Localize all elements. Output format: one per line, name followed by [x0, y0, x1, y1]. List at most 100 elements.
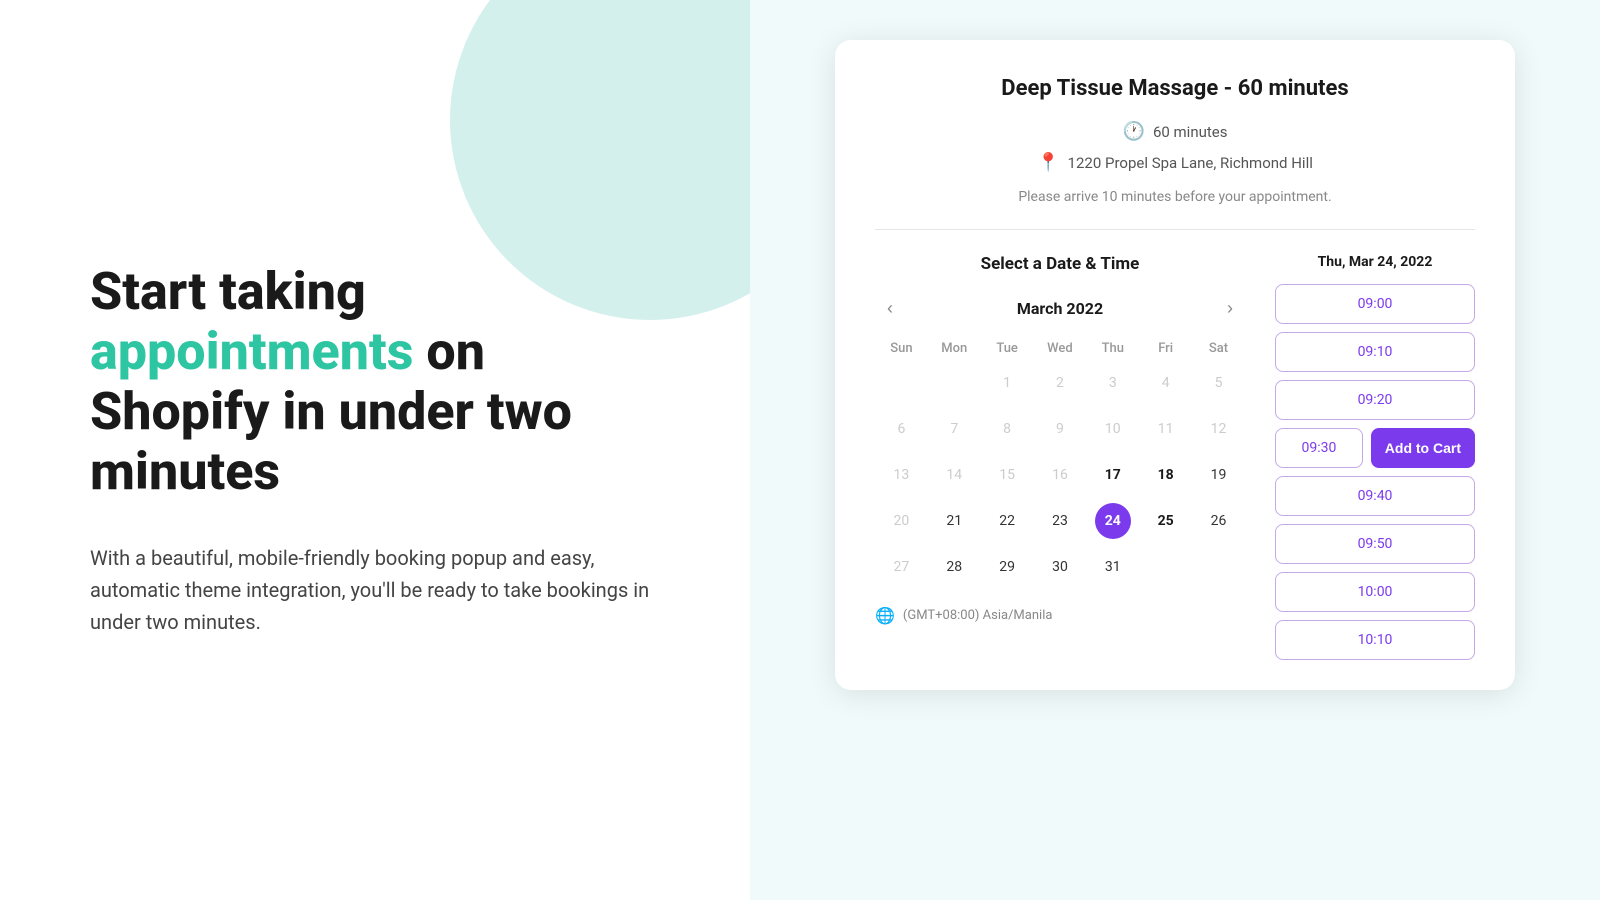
- day-17[interactable]: 17: [1095, 457, 1131, 493]
- prev-month-button[interactable]: ‹: [879, 294, 901, 323]
- calendar-cell[interactable]: 1: [981, 360, 1034, 406]
- timezone-row: 🌐 (GMT+08:00) Asia/Manila: [875, 606, 1245, 625]
- day-header-wed: Wed: [1034, 337, 1087, 360]
- booking-card: Deep Tissue Massage - 60 minutes 🕐 60 mi…: [835, 40, 1515, 690]
- day-1: 1: [989, 365, 1025, 401]
- calendar-cell[interactable]: 22: [981, 498, 1034, 544]
- day-12: 12: [1201, 411, 1237, 447]
- calendar-cell[interactable]: 7: [928, 406, 981, 452]
- calendar-cell: [1139, 544, 1192, 590]
- calendar-cell[interactable]: 14: [928, 452, 981, 498]
- day-16: 16: [1042, 457, 1078, 493]
- hero-title-accent: appointments: [90, 321, 413, 382]
- calendar-cell[interactable]: 29: [981, 544, 1034, 590]
- day-header-fri: Fri: [1139, 337, 1192, 360]
- day-header-thu: Thu: [1086, 337, 1139, 360]
- calendar-cell[interactable]: 3: [1086, 360, 1139, 406]
- day-19[interactable]: 19: [1201, 457, 1237, 493]
- day-header-sun: Sun: [875, 337, 928, 360]
- day-28[interactable]: 28: [936, 549, 972, 585]
- calendar-cell[interactable]: 4: [1139, 360, 1192, 406]
- calendar-cell[interactable]: 31: [1086, 544, 1139, 590]
- time-slot-0940[interactable]: 09:40: [1275, 476, 1475, 516]
- prev-arrow-icon: ‹: [887, 298, 893, 319]
- day-9: 9: [1042, 411, 1078, 447]
- day-11: 11: [1148, 411, 1184, 447]
- day-24[interactable]: 24: [1095, 503, 1131, 539]
- day-header-tue: Tue: [981, 337, 1034, 360]
- time-slot-1010[interactable]: 10:10: [1275, 620, 1475, 660]
- next-month-button[interactable]: ›: [1219, 294, 1241, 323]
- day-25[interactable]: 25: [1148, 503, 1184, 539]
- calendar-cell[interactable]: 5: [1192, 360, 1245, 406]
- calendar-cell[interactable]: 30: [1034, 544, 1087, 590]
- calendar-cell[interactable]: 27: [875, 544, 928, 590]
- timezone-text: (GMT+08:00) Asia/Manila: [903, 608, 1053, 623]
- calendar-cell[interactable]: 9: [1034, 406, 1087, 452]
- day-13: 13: [883, 457, 919, 493]
- day-21[interactable]: 21: [936, 503, 972, 539]
- day-2: 2: [1042, 365, 1078, 401]
- calendar-cell[interactable]: 18: [1139, 452, 1192, 498]
- location-icon: 📍: [1037, 152, 1059, 173]
- hero-title-part1: Start taking: [90, 261, 366, 322]
- day-5: 5: [1201, 365, 1237, 401]
- day-31[interactable]: 31: [1095, 549, 1131, 585]
- time-slot-0900[interactable]: 09:00: [1275, 284, 1475, 324]
- day-15: 15: [989, 457, 1025, 493]
- day-27: 27: [883, 549, 919, 585]
- time-slots-list: 09:00 09:10 09:20 09:30Add to Cart 09:40 09:5…: [1275, 284, 1475, 660]
- time-section: Thu, Mar 24, 2022 09:0009:1009:2009:30Ad…: [1275, 254, 1475, 660]
- left-panel: Start taking appointments on Shopify in …: [0, 0, 750, 900]
- day-30[interactable]: 30: [1042, 549, 1078, 585]
- calendar-cell[interactable]: 25: [1139, 498, 1192, 544]
- day-18[interactable]: 18: [1148, 457, 1184, 493]
- add-to-cart-button[interactable]: Add to Cart: [1371, 428, 1475, 468]
- calendar-cell[interactable]: 21: [928, 498, 981, 544]
- location-text: 1220 Propel Spa Lane, Richmond Hill: [1068, 154, 1313, 172]
- calendar-month-label: March 2022: [1017, 299, 1103, 318]
- time-slot-0950[interactable]: 09:50: [1275, 524, 1475, 564]
- calendar-cell[interactable]: 28: [928, 544, 981, 590]
- time-slot-0920[interactable]: 09:20: [1275, 380, 1475, 420]
- calendar-body: 1234567891011121314151617181920212223242…: [875, 360, 1245, 590]
- calendar-cell[interactable]: 23: [1034, 498, 1087, 544]
- clock-icon: 🕐: [1123, 121, 1145, 142]
- time-slot-0910[interactable]: 09:10: [1275, 332, 1475, 372]
- calendar-cell[interactable]: 11: [1139, 406, 1192, 452]
- calendar-cell[interactable]: 2: [1034, 360, 1087, 406]
- day-22[interactable]: 22: [989, 503, 1025, 539]
- calendar-cell[interactable]: 24: [1086, 498, 1139, 544]
- calendar-cell[interactable]: 15: [981, 452, 1034, 498]
- picker-area: Select a Date & Time ‹ March 2022 ›: [875, 254, 1475, 660]
- day-20: 20: [883, 503, 919, 539]
- day-26[interactable]: 26: [1201, 503, 1237, 539]
- day-23[interactable]: 23: [1042, 503, 1078, 539]
- day-8: 8: [989, 411, 1025, 447]
- day-6: 6: [883, 411, 919, 447]
- time-slot-1000[interactable]: 10:00: [1275, 572, 1475, 612]
- calendar-cell[interactable]: 10: [1086, 406, 1139, 452]
- calendar-cell[interactable]: 20: [875, 498, 928, 544]
- arrival-note: Please arrive 10 minutes before your app…: [875, 189, 1475, 205]
- day-10: 10: [1095, 411, 1131, 447]
- calendar-grid: Sun Mon Tue Wed Thu Fri Sat 12345678: [875, 337, 1245, 590]
- globe-icon: 🌐: [875, 606, 895, 625]
- calendar-cell[interactable]: 17: [1086, 452, 1139, 498]
- calendar-cell[interactable]: 16: [1034, 452, 1087, 498]
- duration-row: 🕐 60 minutes: [1123, 121, 1228, 142]
- calendar-cell[interactable]: 26: [1192, 498, 1245, 544]
- calendar-cell[interactable]: 12: [1192, 406, 1245, 452]
- calendar-cell[interactable]: 8: [981, 406, 1034, 452]
- next-arrow-icon: ›: [1227, 298, 1233, 319]
- day-29[interactable]: 29: [989, 549, 1025, 585]
- calendar-cell[interactable]: 19: [1192, 452, 1245, 498]
- time-slot-0930[interactable]: 09:30: [1275, 428, 1363, 468]
- calendar-cell[interactable]: 6: [875, 406, 928, 452]
- divider: [875, 229, 1475, 230]
- calendar-cell: [1192, 544, 1245, 590]
- calendar-cell: [928, 360, 981, 406]
- calendar-cell[interactable]: 13: [875, 452, 928, 498]
- day-3: 3: [1095, 365, 1131, 401]
- calendar-cell: [875, 360, 928, 406]
